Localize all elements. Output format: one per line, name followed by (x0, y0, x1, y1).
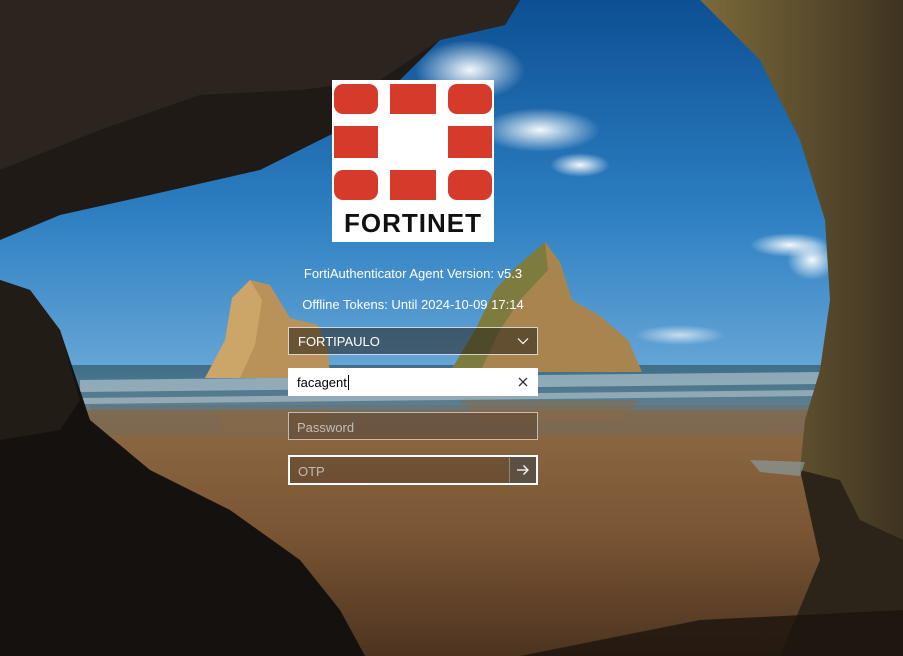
username-value: facagent (297, 375, 349, 390)
username-input[interactable]: facagent (288, 368, 538, 396)
fortinet-logo-graphic: FORTINET (334, 84, 492, 238)
submit-button[interactable] (509, 457, 536, 483)
offline-tokens-text: Offline Tokens: Until 2024-10-09 17:14 (302, 297, 524, 312)
lock-screen: FORTINET FortiAuthenticator Agent Versio… (0, 0, 903, 656)
domain-selected-value: FORTIPAULO (298, 334, 380, 349)
password-input[interactable]: Password (288, 412, 538, 440)
otp-placeholder: OTP (298, 464, 325, 479)
domain-select[interactable]: FORTIPAULO (288, 327, 538, 355)
close-icon[interactable] (517, 376, 529, 388)
text-caret (347, 375, 349, 390)
otp-input[interactable]: OTP (288, 455, 538, 485)
chevron-down-icon (517, 338, 529, 345)
agent-version-text: FortiAuthenticator Agent Version: v5.3 (303, 266, 523, 281)
fortinet-logo: FORTINET (332, 80, 494, 242)
fortinet-wordmark: FORTINET (344, 208, 482, 238)
arrow-right-icon (517, 465, 529, 475)
password-placeholder: Password (297, 420, 355, 435)
